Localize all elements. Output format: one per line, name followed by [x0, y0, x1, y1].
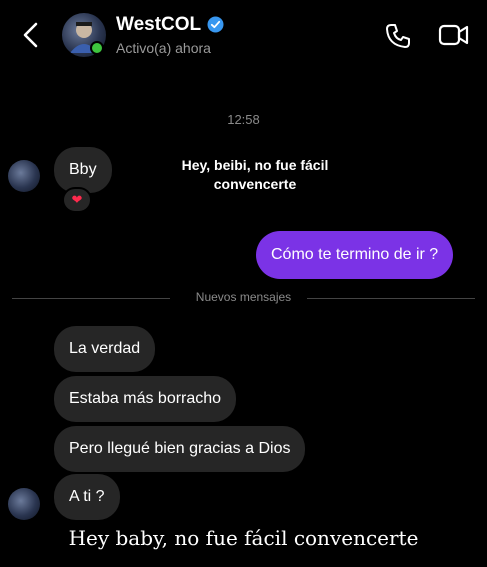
video-call-button[interactable] [438, 22, 470, 48]
voice-call-button[interactable] [384, 22, 412, 50]
chat-header: WestCOL Activo(a) ahora [0, 0, 487, 70]
chevron-left-icon [23, 22, 38, 48]
message-bubble-incoming[interactable]: Estaba más borracho [54, 376, 237, 422]
video-camera-icon [438, 24, 469, 46]
caption-overlay: Hey, beibi, no fue fácil convencerte [181, 157, 329, 192]
divider-label: Nuevos mensajes [195, 290, 292, 304]
contact-status: Activo(a) ahora [116, 40, 211, 56]
message-bubble-outgoing[interactable]: Cómo te termino de ir ? [256, 231, 454, 279]
message-bubble-incoming[interactable]: Bby [54, 147, 112, 193]
message-bubble-incoming[interactable]: Pero llegué bien gracias a Dios [54, 426, 306, 472]
message-timestamp: 12:58 [227, 112, 260, 127]
divider-line-right [307, 298, 475, 299]
sender-avatar[interactable] [8, 160, 40, 192]
verified-icon [207, 16, 224, 33]
heart-icon: ❤ [71, 192, 83, 207]
video-subtitle: Hey baby, no fue fácil convencerte [68, 526, 419, 550]
new-messages-divider: Nuevos mensajes [12, 290, 475, 306]
online-indicator [90, 41, 104, 55]
message-bubble-incoming[interactable]: La verdad [54, 326, 156, 372]
message-bubble-incoming[interactable]: A ti ? [54, 474, 120, 520]
sender-avatar[interactable] [8, 488, 40, 520]
phone-icon [386, 24, 410, 48]
heart-reaction[interactable]: ❤ [62, 187, 92, 213]
back-button[interactable] [18, 20, 44, 50]
contact-name[interactable]: WestCOL [116, 14, 201, 36]
